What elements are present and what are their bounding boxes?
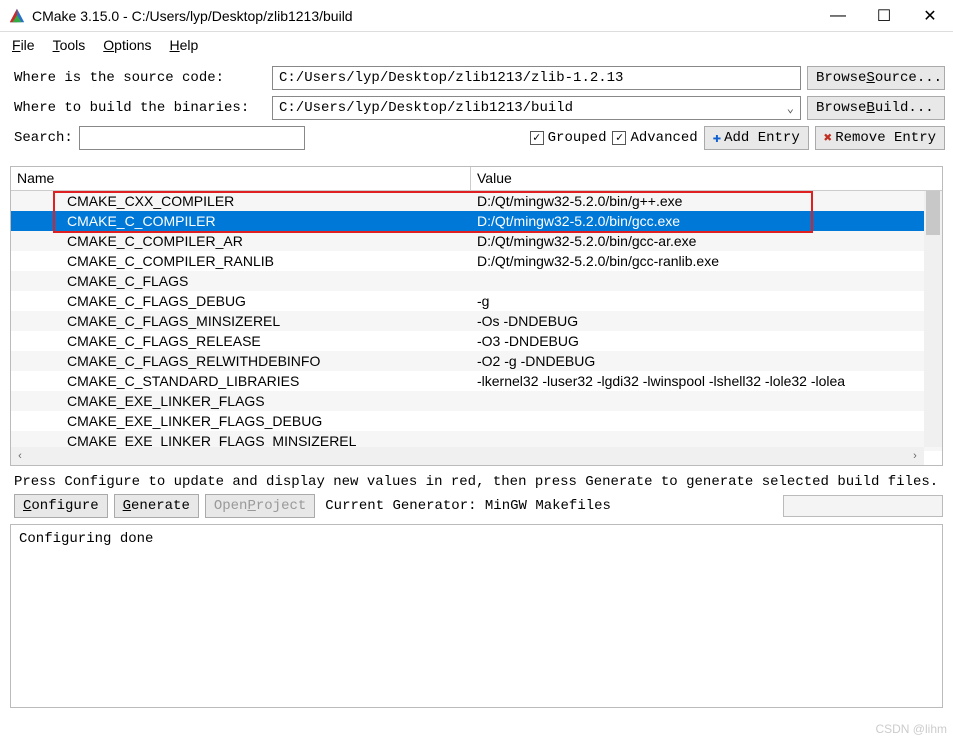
vertical-scrollbar[interactable] bbox=[924, 191, 942, 447]
menu-options[interactable]: Options bbox=[103, 37, 151, 53]
output-pane[interactable]: Configuring done bbox=[10, 524, 943, 708]
table-row[interactable]: CMAKE_C_FLAGS_DEBUG-g bbox=[11, 291, 942, 311]
cell-value: -O3 -DNDEBUG bbox=[471, 333, 942, 349]
binaries-label: Where to build the binaries: bbox=[14, 100, 266, 116]
action-row: Configure Generate Open Project Current … bbox=[0, 494, 953, 524]
binaries-combo[interactable]: C:/Users/lyp/Desktop/zlib1213/build ⌄ bbox=[272, 96, 801, 120]
horizontal-scrollbar[interactable]: ‹ › bbox=[11, 447, 924, 465]
source-label: Where is the source code: bbox=[14, 70, 266, 86]
cell-name: CMAKE_C_COMPILER_RANLIB bbox=[11, 253, 471, 269]
advanced-checkbox[interactable]: ✓ Advanced bbox=[612, 130, 697, 146]
cell-value: D:/Qt/mingw32-5.2.0/bin/gcc-ranlib.exe bbox=[471, 253, 942, 269]
config-form: Where is the source code: Browse Source.… bbox=[0, 58, 953, 160]
menu-file[interactable]: File bbox=[12, 37, 35, 53]
table-body[interactable]: CMAKE_CXX_COMPILERD:/Qt/mingw32-5.2.0/bi… bbox=[11, 191, 942, 465]
cell-name: CMAKE_EXE_LINKER_FLAGS_DEBUG bbox=[11, 413, 471, 429]
table-row[interactable]: CMAKE_C_STANDARD_LIBRARIES-lkernel32 -lu… bbox=[11, 371, 942, 391]
titlebar: CMake 3.15.0 - C:/Users/lyp/Desktop/zlib… bbox=[0, 0, 953, 32]
table-row[interactable]: CMAKE_C_COMPILER_RANLIBD:/Qt/mingw32-5.2… bbox=[11, 251, 942, 271]
cell-value: D:/Qt/mingw32-5.2.0/bin/g++.exe bbox=[471, 193, 942, 209]
table-row[interactable]: CMAKE_C_FLAGS_RELEASE-O3 -DNDEBUG bbox=[11, 331, 942, 351]
hint-text: Press Configure to update and display ne… bbox=[0, 466, 953, 494]
cell-value: -g bbox=[471, 293, 942, 309]
check-icon: ✓ bbox=[612, 131, 626, 145]
watermark: CSDN @lihm bbox=[875, 722, 947, 736]
column-value[interactable]: Value bbox=[471, 167, 942, 190]
search-label: Search: bbox=[14, 130, 73, 146]
cell-value: -Os -DNDEBUG bbox=[471, 313, 942, 329]
cell-value: D:/Qt/mingw32-5.2.0/bin/gcc-ar.exe bbox=[471, 233, 942, 249]
generator-text: Current Generator: MinGW Makefiles bbox=[325, 498, 611, 514]
table-row[interactable]: CMAKE_EXE_LINKER_FLAGS bbox=[11, 391, 942, 411]
source-input[interactable] bbox=[272, 66, 801, 90]
progress-bar bbox=[783, 495, 943, 517]
table-row[interactable]: CMAKE_EXE_LINKER_FLAGS_DEBUG bbox=[11, 411, 942, 431]
window-title: CMake 3.15.0 - C:/Users/lyp/Desktop/zlib… bbox=[32, 8, 815, 24]
binaries-value: C:/Users/lyp/Desktop/zlib1213/build bbox=[279, 100, 573, 116]
search-input[interactable] bbox=[79, 126, 305, 150]
cell-name: CMAKE_C_FLAGS_MINSIZEREL bbox=[11, 313, 471, 329]
add-entry-button[interactable]: ✚Add Entry bbox=[704, 126, 809, 150]
cell-name: CMAKE_EXE_LINKER_FLAGS bbox=[11, 393, 471, 409]
cell-name: CMAKE_C_COMPILER_AR bbox=[11, 233, 471, 249]
table-row[interactable]: CMAKE_C_FLAGS_MINSIZEREL-Os -DNDEBUG bbox=[11, 311, 942, 331]
cell-name: CMAKE_CXX_COMPILER bbox=[11, 193, 471, 209]
scroll-left-icon[interactable]: ‹ bbox=[11, 450, 29, 462]
menu-help[interactable]: Help bbox=[170, 37, 199, 53]
grouped-checkbox[interactable]: ✓ Grouped bbox=[530, 130, 607, 146]
x-icon: ✖ bbox=[824, 130, 832, 147]
table-row[interactable]: CMAKE_CXX_COMPILERD:/Qt/mingw32-5.2.0/bi… bbox=[11, 191, 942, 211]
chevron-down-icon: ⌄ bbox=[787, 101, 794, 116]
close-button[interactable]: ✕ bbox=[907, 0, 953, 31]
cell-name: CMAKE_C_FLAGS_RELEASE bbox=[11, 333, 471, 349]
table-header: Name Value bbox=[11, 167, 942, 191]
check-icon: ✓ bbox=[530, 131, 544, 145]
cell-name: CMAKE_C_FLAGS_RELWITHDEBINFO bbox=[11, 353, 471, 369]
window-controls: — ☐ ✕ bbox=[815, 0, 953, 31]
scroll-right-icon[interactable]: › bbox=[906, 450, 924, 462]
plus-icon: ✚ bbox=[713, 130, 721, 147]
cell-name: CMAKE_C_STANDARD_LIBRARIES bbox=[11, 373, 471, 389]
browse-build-button[interactable]: Browse Build... bbox=[807, 96, 945, 120]
menubar: File Tools Options Help bbox=[0, 32, 953, 58]
configure-button[interactable]: Configure bbox=[14, 494, 108, 518]
cache-table: Name Value CMAKE_CXX_COMPILERD:/Qt/mingw… bbox=[10, 166, 943, 466]
cell-name: CMAKE_C_FLAGS_DEBUG bbox=[11, 293, 471, 309]
table-row[interactable]: CMAKE_C_FLAGS_RELWITHDEBINFO-O2 -g -DNDE… bbox=[11, 351, 942, 371]
remove-entry-button[interactable]: ✖Remove Entry bbox=[815, 126, 945, 150]
table-row[interactable]: CMAKE_C_FLAGS bbox=[11, 271, 942, 291]
column-name[interactable]: Name bbox=[11, 167, 471, 190]
cell-name: CMAKE_C_COMPILER bbox=[11, 213, 471, 229]
maximize-button[interactable]: ☐ bbox=[861, 0, 907, 31]
table-row[interactable]: CMAKE_C_COMPILER_ARD:/Qt/mingw32-5.2.0/b… bbox=[11, 231, 942, 251]
browse-source-button[interactable]: Browse Source... bbox=[807, 66, 945, 90]
cell-value: D:/Qt/mingw32-5.2.0/bin/gcc.exe bbox=[471, 213, 942, 229]
table-row[interactable]: CMAKE_C_COMPILERD:/Qt/mingw32-5.2.0/bin/… bbox=[11, 211, 942, 231]
cell-value: -O2 -g -DNDEBUG bbox=[471, 353, 942, 369]
cell-name: CMAKE_C_FLAGS bbox=[11, 273, 471, 289]
app-icon bbox=[8, 7, 26, 25]
open-project-button[interactable]: Open Project bbox=[205, 494, 315, 518]
cell-value: -lkernel32 -luser32 -lgdi32 -lwinspool -… bbox=[471, 373, 942, 389]
menu-tools[interactable]: Tools bbox=[53, 37, 86, 53]
scrollbar-thumb[interactable] bbox=[926, 191, 940, 235]
minimize-button[interactable]: — bbox=[815, 0, 861, 31]
generate-button[interactable]: Generate bbox=[114, 494, 199, 518]
